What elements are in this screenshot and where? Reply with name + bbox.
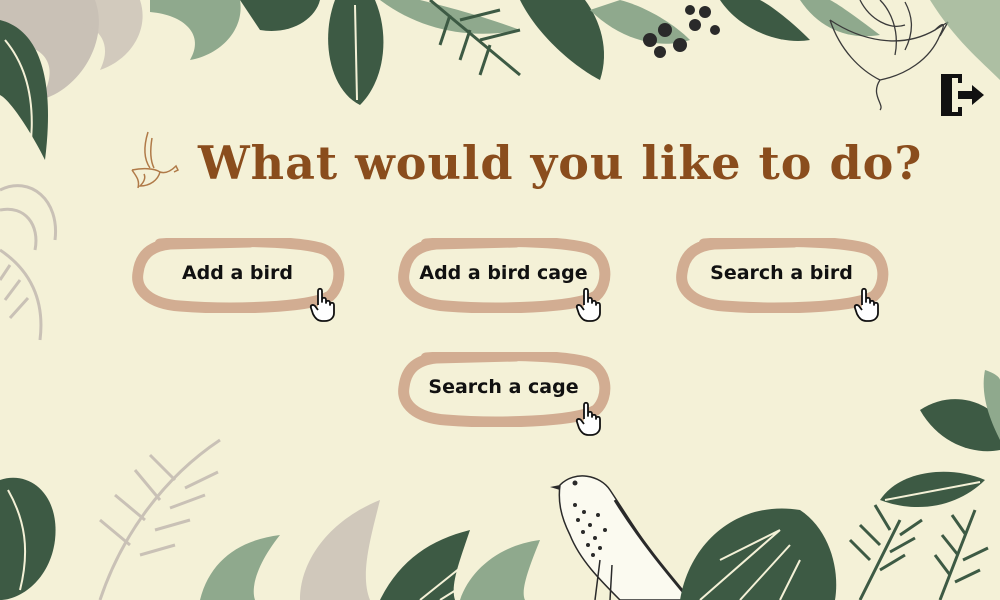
title-row: What would you like to do?: [128, 128, 928, 198]
hand-pointer-icon: [853, 287, 879, 322]
page-title: What would you like to do?: [198, 136, 923, 190]
logout-button[interactable]: [938, 70, 988, 120]
leaf-bottom-left-icon: [0, 438, 540, 600]
leaf-bottom-right-icon: [680, 370, 1000, 600]
thrush-drawing-icon: [550, 475, 692, 600]
search-bird-button[interactable]: Search a bird: [674, 238, 889, 323]
leaf-top-left-icon: [0, 0, 241, 251]
leaf-top-center-icon: [240, 0, 880, 105]
add-bird-cage-button[interactable]: Add a bird cage: [396, 238, 611, 323]
add-bird-button[interactable]: Add a bird: [130, 238, 345, 323]
dove-icon: [131, 131, 180, 189]
leaf-top-right-icon: [930, 0, 1000, 80]
logout-door-icon: [941, 74, 984, 116]
hand-pointer-icon: [575, 287, 601, 322]
fern-left-icon: [0, 248, 43, 341]
hand-pointer-icon: [309, 287, 335, 322]
hand-pointer-icon: [575, 401, 601, 436]
search-cage-button[interactable]: Search a cage: [396, 352, 611, 437]
main-screen: What would you like to do? Add a bird Ad…: [0, 0, 1000, 600]
